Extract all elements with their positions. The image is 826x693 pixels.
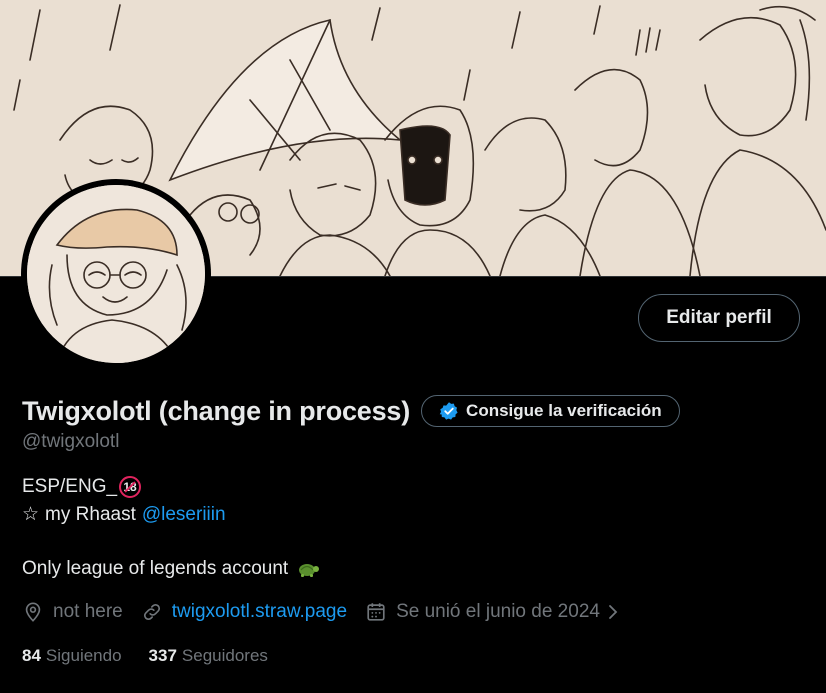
website-link[interactable]: twigxolotl.straw.page: [172, 601, 347, 623]
get-verified-button[interactable]: Consigue la verificación: [421, 395, 680, 427]
turtle-icon: [296, 559, 320, 579]
joined-text: Se unió el junio de 2024: [396, 601, 600, 622]
chevron-right-icon: [606, 603, 620, 621]
profile-meta: not here twigxolotl.straw.page Se unió e…: [22, 599, 638, 625]
website-item[interactable]: twigxolotl.straw.page: [141, 601, 347, 623]
profile-avatar[interactable]: [21, 179, 211, 369]
link-icon: [141, 601, 163, 623]
bio-line-3: Only league of legends account: [22, 558, 320, 580]
following-link[interactable]: 84 Siguiendo: [22, 646, 122, 666]
calendar-icon: [365, 601, 387, 623]
followers-label: Seguidores: [181, 646, 268, 665]
location-pin-icon: [22, 601, 44, 623]
location-text: not here: [53, 601, 123, 622]
bio-line-2: ☆ my Rhaast @leseriiin: [22, 503, 226, 526]
bio-rhaast-text: my Rhaast: [45, 503, 136, 525]
bio-account-text: Only league of legends account: [22, 558, 289, 579]
followers-count: 337: [148, 646, 177, 665]
mention-link[interactable]: @leseriiin: [142, 504, 226, 526]
name-row: Twigxolotl (change in process) Consigue …: [22, 394, 680, 428]
age-18-icon: 18: [119, 476, 142, 498]
followers-link[interactable]: 337 Seguidores: [149, 646, 268, 666]
joined-item[interactable]: Se unió el junio de 2024: [365, 601, 620, 623]
follow-stats: 84 Siguiendo 337 Seguidores: [22, 646, 295, 666]
profile-handle: @twigxolotl: [22, 431, 120, 452]
bio-line-1: ESP/ENG_ 18: [22, 476, 142, 498]
avatar-illustration: [27, 185, 205, 363]
display-name: Twigxolotl (change in process): [22, 395, 411, 426]
following-count: 84: [22, 646, 41, 665]
following-label: Siguiendo: [45, 646, 122, 665]
get-verified-label: Consigue la verificación: [466, 401, 662, 420]
star-icon: ☆: [22, 504, 40, 525]
location-item: not here: [22, 601, 123, 623]
bio-language-text: ESP/ENG_: [22, 476, 118, 497]
verified-badge-icon: [439, 401, 459, 421]
edit-profile-button[interactable]: Editar perfil: [638, 294, 800, 342]
